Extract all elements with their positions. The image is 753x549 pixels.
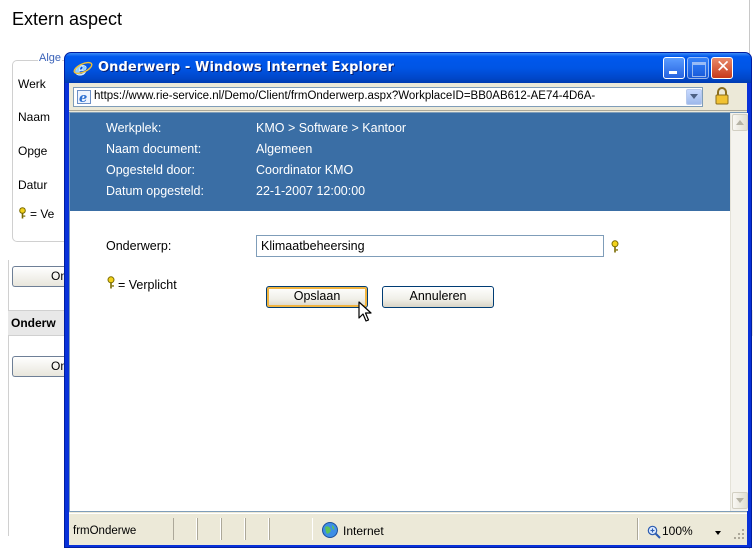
window-body: e https://www.rie-service.nl/Demo/Client… (69, 83, 748, 545)
info-value-workplace: KMO > Software > Kantoor (256, 121, 407, 135)
zoom-icon (647, 525, 661, 539)
save-button[interactable]: Opslaan (266, 286, 368, 308)
status-cell (245, 518, 269, 540)
bg-label-drafted: Opge (18, 144, 48, 158)
security-zone[interactable]: Internet (343, 524, 384, 538)
window-title: Onderwerp - Windows Internet Explorer (98, 60, 395, 75)
vertical-scrollbar[interactable] (730, 113, 748, 511)
bg-label-name: Naam (18, 110, 51, 124)
minimize-button[interactable] (663, 57, 685, 79)
cancel-button[interactable]: Annuleren (382, 286, 494, 308)
info-label-author: Opgesteld door: (106, 163, 195, 177)
info-label-document: Naam document: (106, 142, 202, 156)
scroll-down-button[interactable] (732, 492, 748, 509)
status-text: frmOnderwe (73, 525, 137, 537)
lock-icon[interactable] (712, 86, 732, 106)
address-url: https://www.rie-service.nl/Demo/Client/f… (94, 90, 596, 102)
info-label-workplace: Werkplek: (106, 121, 162, 135)
legend-key-icon (107, 276, 115, 289)
address-field[interactable]: e https://www.rie-service.nl/Demo/Client… (73, 87, 703, 107)
bg-required-note: = Ve (30, 207, 55, 221)
info-value-document: Algemeen (256, 142, 313, 156)
ie-popup-window: e Onderwerp - Windows Internet Explorer … (64, 52, 752, 548)
address-dropdown-button[interactable] (686, 89, 702, 105)
resize-grip-icon[interactable] (733, 528, 745, 540)
globe-icon (322, 522, 338, 538)
close-icon: ✕ (716, 57, 731, 77)
page-icon: e (77, 90, 91, 104)
svg-text:e: e (79, 91, 87, 104)
subject-label: Onderwerp: (106, 239, 172, 253)
bg-divider-line (8, 260, 9, 536)
mouse-cursor-icon (358, 301, 372, 322)
required-key-icon (611, 240, 619, 253)
bg-key-icon (19, 207, 26, 219)
document-info-panel: Werkplek: KMO > Software > Kantoor Naam … (70, 113, 730, 211)
info-value-date: 22-1-2007 12:00:00 (256, 184, 366, 198)
status-cell (173, 518, 197, 540)
internet-explorer-icon: e (73, 58, 93, 78)
status-bar: frmOnderwe Internet 100% (69, 513, 747, 545)
subject-input[interactable]: Klimaatbeheersing (256, 235, 604, 257)
zoom-level[interactable]: 100% (662, 524, 693, 538)
bg-label-date: Datur (18, 178, 48, 192)
status-cell (269, 518, 313, 540)
maximize-button[interactable] (687, 57, 709, 79)
status-cell (197, 518, 221, 540)
bg-label-workplace: Werk (18, 77, 46, 91)
required-legend: = Verplicht (118, 278, 177, 292)
page-title: Extern aspect (12, 9, 123, 29)
content-viewport: Werkplek: KMO > Software > Kantoor Naam … (69, 112, 748, 512)
title-bar[interactable]: e Onderwerp - Windows Internet Explorer … (65, 53, 751, 83)
fieldset-legend: Alge (38, 52, 63, 64)
zoom-dropdown-icon[interactable] (715, 531, 721, 535)
close-button[interactable]: ✕ (711, 57, 733, 79)
scroll-up-button[interactable] (732, 114, 748, 131)
status-cell (637, 518, 639, 540)
address-bar: e https://www.rie-service.nl/Demo/Client… (69, 83, 747, 111)
status-cell (221, 518, 245, 540)
info-label-date: Datum opgesteld: (106, 184, 204, 198)
info-value-author: Coordinator KMO (256, 163, 354, 177)
